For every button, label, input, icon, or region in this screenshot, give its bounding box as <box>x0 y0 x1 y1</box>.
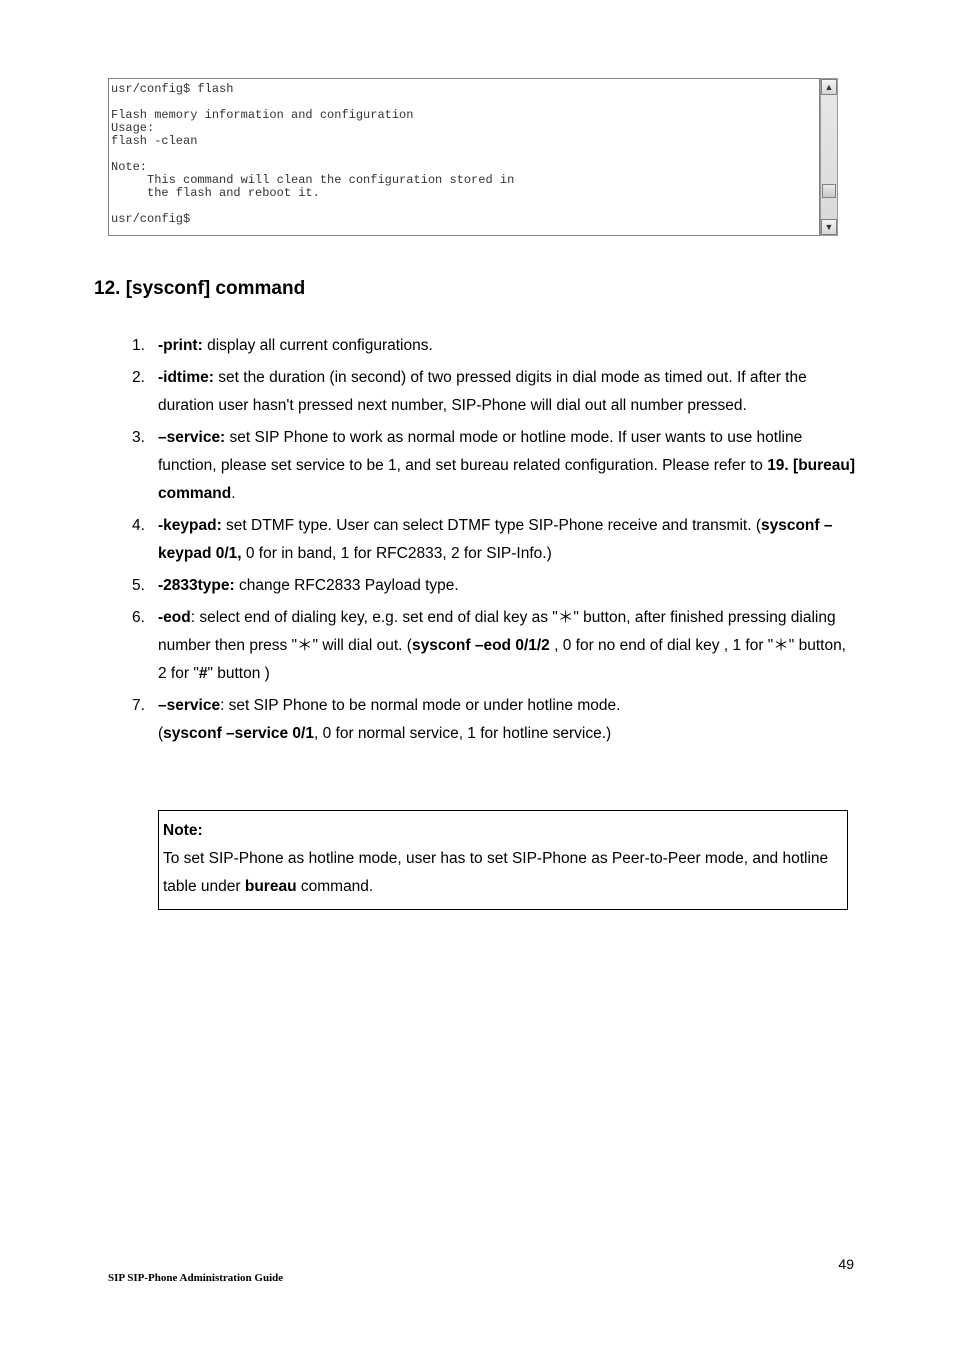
option-desc: . <box>231 485 235 502</box>
section-heading: 12. [sysconf] command <box>94 278 305 300</box>
cmd-bold: sysconf –service 0/1 <box>163 725 314 742</box>
option-flag: –service: <box>158 429 225 446</box>
option-desc: 0 for in band, 1 for RFC2833, 2 for SIP-… <box>242 545 552 562</box>
list-number: 6. <box>132 604 145 632</box>
option-desc: , 0 for normal service, 1 for hotline se… <box>314 725 611 742</box>
option-desc: set the duration (in second) of two pres… <box>158 369 807 414</box>
list-item: 3. –service: set SIP Phone to work as no… <box>132 424 856 508</box>
note-bold: bureau <box>245 878 297 895</box>
list-item: 2. -idtime: set the duration (in second)… <box>132 364 856 420</box>
note-box: Note: To set SIP-Phone as hotline mode, … <box>158 810 848 910</box>
option-desc: set DTMF type. User can select DTMF type… <box>222 517 761 534</box>
list-number: 5. <box>132 572 145 600</box>
list-number: 3. <box>132 424 145 452</box>
list-item: 4. -keypad: set DTMF type. User can sele… <box>132 512 856 568</box>
option-desc: : set SIP Phone to be normal mode or und… <box>220 697 620 714</box>
option-flag: -idtime: <box>158 369 214 386</box>
list-number: 1. <box>132 332 145 360</box>
scroll-down-icon[interactable]: ▼ <box>821 219 837 235</box>
option-list: 1. -print: display all current configura… <box>132 332 856 752</box>
option-flag: -eod <box>158 609 191 626</box>
option-flag: -keypad: <box>158 517 222 534</box>
terminal-screenshot: usr/config$ flash Flash memory informati… <box>108 78 838 236</box>
note-text: command. <box>297 878 374 895</box>
scroll-up-icon[interactable]: ▲ <box>821 79 837 95</box>
option-desc: set SIP Phone to work as normal mode or … <box>158 429 802 474</box>
list-item: 7. –service: set SIP Phone to be normal … <box>132 692 856 748</box>
option-flag: -print: <box>158 337 203 354</box>
list-number: 4. <box>132 512 145 540</box>
list-item: 1. -print: display all current configura… <box>132 332 856 360</box>
option-desc: change RFC2833 Payload type. <box>235 577 459 594</box>
footer-doc-title: SIP SIP-Phone Administration Guide <box>108 1272 283 1284</box>
page-number: 49 <box>838 1256 854 1272</box>
note-body: To set SIP-Phone as hotline mode, user h… <box>163 845 841 901</box>
terminal-output: usr/config$ flash Flash memory informati… <box>108 78 820 236</box>
scrollbar-thumb[interactable] <box>822 184 836 198</box>
option-desc: display all current configurations. <box>203 337 433 354</box>
scrollbar[interactable]: ▲ ▼ <box>820 78 838 236</box>
list-item: 6. -eod: select end of dialing key, e.g.… <box>132 604 856 688</box>
option-desc: " button ) <box>207 665 269 682</box>
list-item: 5. -2833type: change RFC2833 Payload typ… <box>132 572 856 600</box>
option-flag: –service <box>158 697 220 714</box>
option-flag: -2833type: <box>158 577 235 594</box>
list-number: 7. <box>132 692 145 720</box>
cmd-bold: sysconf –eod 0/1/2 <box>412 637 550 654</box>
list-number: 2. <box>132 364 145 392</box>
note-title: Note: <box>163 817 841 845</box>
